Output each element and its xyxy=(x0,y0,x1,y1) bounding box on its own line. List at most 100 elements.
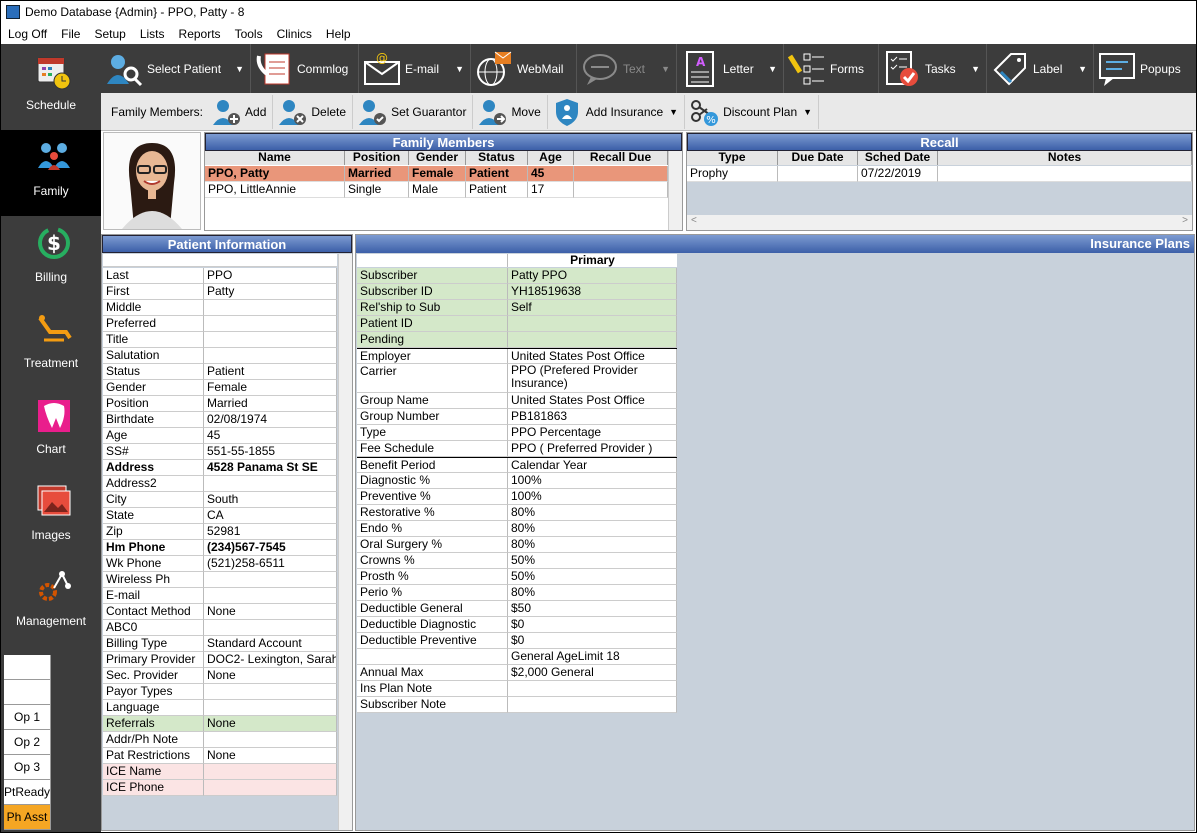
col-gender[interactable]: Gender xyxy=(409,151,466,165)
select-patient-button[interactable]: Select Patient ▼ xyxy=(101,44,251,93)
insurance-row[interactable]: Rel'ship to Sub Self xyxy=(357,300,677,316)
col-sched-date[interactable]: Sched Date xyxy=(858,151,938,165)
menu-log-off[interactable]: Log Off xyxy=(1,27,54,41)
letter-button[interactable]: A Letter ▼ xyxy=(677,44,784,93)
menu-file[interactable]: File xyxy=(54,27,87,41)
operatory-item[interactable] xyxy=(4,655,51,680)
vertical-scrollbar[interactable] xyxy=(338,254,352,830)
patient-info-row[interactable]: Status Patient xyxy=(103,364,337,380)
patient-info-row[interactable]: SS# 551-55-1855 xyxy=(103,444,337,460)
insurance-row[interactable]: Ins Plan Note xyxy=(357,681,677,697)
patient-info-row[interactable]: Gender Female xyxy=(103,380,337,396)
label-button[interactable]: Label ▼ xyxy=(987,44,1094,93)
patient-info-row[interactable]: Hm Phone (234)567-7545 xyxy=(103,540,337,556)
patient-info-row[interactable]: E-mail xyxy=(103,588,337,604)
nav-images[interactable]: Images xyxy=(1,474,101,560)
insurance-row[interactable]: Endo % 80% xyxy=(357,521,677,537)
patient-info-row[interactable]: Referrals None xyxy=(103,716,337,732)
col-position[interactable]: Position xyxy=(345,151,409,165)
text-button[interactable]: Text ▼ xyxy=(577,44,677,93)
chevron-down-icon[interactable]: ▼ xyxy=(971,64,980,74)
insurance-row[interactable]: Group Number PB181863 xyxy=(357,409,677,425)
nav-chart[interactable]: Chart xyxy=(1,388,101,474)
menu-reports[interactable]: Reports xyxy=(172,27,228,41)
operatory-item[interactable]: Ph Asst xyxy=(4,805,51,830)
patient-info-row[interactable]: Position Married xyxy=(103,396,337,412)
chevron-left-icon[interactable]: < xyxy=(691,215,697,230)
insurance-row[interactable]: Restorative % 80% xyxy=(357,505,677,521)
insurance-row[interactable]: Fee Schedule PPO ( Preferred Provider ) xyxy=(357,441,677,457)
patient-info-row[interactable]: Wk Phone (521)258-6511 xyxy=(103,556,337,572)
patient-info-row[interactable]: Pat Restrictions None xyxy=(103,748,337,764)
patient-info-row[interactable]: ICE Phone xyxy=(103,780,337,796)
chevron-down-icon[interactable]: ▼ xyxy=(455,64,464,74)
insurance-row[interactable]: Crowns % 50% xyxy=(357,553,677,569)
insurance-row[interactable]: Deductible Diagnostic $0 xyxy=(357,617,677,633)
nav-management[interactable]: Management xyxy=(1,560,101,646)
insurance-row[interactable]: Subscriber Note xyxy=(357,697,677,713)
menu-lists[interactable]: Lists xyxy=(133,27,172,41)
col-recall-due[interactable]: Recall Due xyxy=(574,151,668,165)
operatory-item[interactable]: PtReady xyxy=(4,780,51,805)
insurance-row[interactable]: Oral Surgery % 80% xyxy=(357,537,677,553)
patient-info-row[interactable]: Address2 xyxy=(103,476,337,492)
col-type[interactable]: Type xyxy=(687,151,778,165)
menu-tools[interactable]: Tools xyxy=(228,27,270,41)
patient-info-row[interactable]: Zip 52981 xyxy=(103,524,337,540)
chevron-right-icon[interactable]: > xyxy=(1182,215,1188,230)
insurance-row[interactable]: Group Name United States Post Office xyxy=(357,393,677,409)
webmail-button[interactable]: WebMail xyxy=(471,44,577,93)
col-due-date[interactable]: Due Date xyxy=(778,151,858,165)
patient-info-row[interactable]: Billing Type Standard Account xyxy=(103,636,337,652)
patient-info-row[interactable]: Contact Method None xyxy=(103,604,337,620)
insurance-row[interactable]: Deductible General $50 xyxy=(357,601,677,617)
chevron-down-icon[interactable]: ▼ xyxy=(661,64,670,74)
insurance-row[interactable]: Deductible Preventive $0 xyxy=(357,633,677,649)
chevron-down-icon[interactable]: ▼ xyxy=(669,107,678,117)
vertical-scrollbar[interactable] xyxy=(668,151,682,230)
tasks-button[interactable]: Tasks ▼ xyxy=(879,44,987,93)
insurance-row[interactable]: Annual Max $2,000 General xyxy=(357,665,677,681)
nav-schedule[interactable]: Schedule xyxy=(1,44,101,130)
patient-info-row[interactable]: Payor Types xyxy=(103,684,337,700)
insurance-row[interactable]: Carrier PPO (Prefered Provider Insurance) xyxy=(357,364,677,393)
add-family-member-button[interactable]: Add xyxy=(207,94,274,129)
patient-info-row[interactable]: ABC0 xyxy=(103,620,337,636)
col-age[interactable]: Age xyxy=(528,151,574,165)
patient-info-row[interactable]: Address 4528 Panama St SE xyxy=(103,460,337,476)
patient-info-row[interactable]: Salutation xyxy=(103,348,337,364)
patient-info-row[interactable]: Addr/Ph Note xyxy=(103,732,337,748)
insurance-row[interactable]: Preventive % 100% xyxy=(357,489,677,505)
patient-info-row[interactable]: Wireless Ph xyxy=(103,572,337,588)
insurance-row[interactable]: General AgeLimit 18 xyxy=(357,649,677,665)
table-row[interactable]: Prophy 07/22/2019 xyxy=(687,166,1192,182)
insurance-row[interactable]: Pending xyxy=(357,332,677,348)
operatory-item[interactable]: Op 2 xyxy=(4,730,51,755)
operatory-item[interactable]: Op 3 xyxy=(4,755,51,780)
table-row[interactable]: PPO, Patty Married Female Patient 45 xyxy=(205,166,668,182)
insurance-row[interactable]: Benefit Period Calendar Year xyxy=(357,457,677,473)
email-button[interactable]: @ E-mail ▼ xyxy=(359,44,471,93)
insurance-row[interactable]: Prosth % 50% xyxy=(357,569,677,585)
patient-info-row[interactable]: Birthdate 02/08/1974 xyxy=(103,412,337,428)
insurance-row[interactable]: Perio % 80% xyxy=(357,585,677,601)
patient-info-row[interactable]: ICE Name xyxy=(103,764,337,780)
menu-clinics[interactable]: Clinics xyxy=(270,27,319,41)
menu-help[interactable]: Help xyxy=(319,27,358,41)
col-name[interactable]: Name xyxy=(205,151,345,165)
nav-family[interactable]: Family xyxy=(1,130,101,216)
patient-info-row[interactable]: Title xyxy=(103,332,337,348)
patient-info-row[interactable]: Language xyxy=(103,700,337,716)
patient-info-row[interactable]: Middle xyxy=(103,300,337,316)
menu-setup[interactable]: Setup xyxy=(87,27,132,41)
operatory-item[interactable]: Op 1 xyxy=(4,705,51,730)
commlog-button[interactable]: Commlog xyxy=(251,44,359,93)
insurance-row[interactable]: Employer United States Post Office xyxy=(357,348,677,364)
operatory-item[interactable] xyxy=(4,680,51,705)
col-status[interactable]: Status xyxy=(466,151,528,165)
nav-billing[interactable]: $ Billing xyxy=(1,216,101,302)
patient-info-row[interactable]: State CA xyxy=(103,508,337,524)
patient-info-row[interactable]: First Patty xyxy=(103,284,337,300)
delete-family-member-button[interactable]: Delete xyxy=(273,94,354,129)
insurance-row[interactable]: Subscriber ID YH18519638 xyxy=(357,284,677,300)
